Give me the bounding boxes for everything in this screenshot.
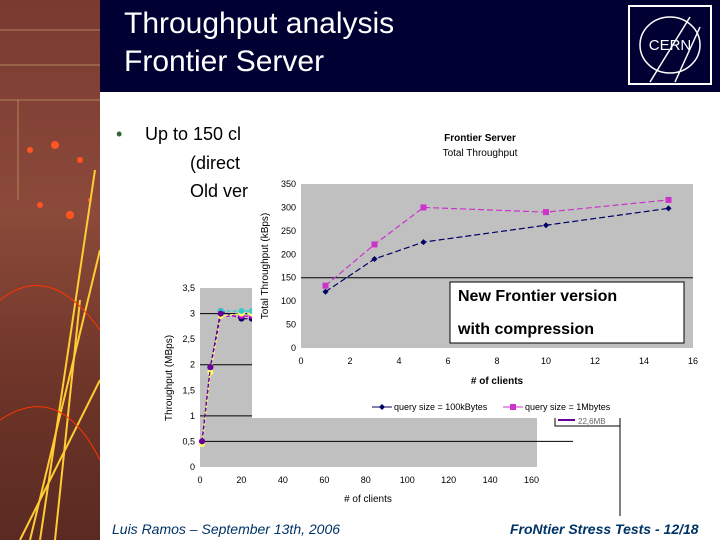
annotation-line2: with compression	[457, 321, 594, 338]
x-tick-label: 10	[541, 356, 551, 366]
x-tick-label: 14	[639, 356, 649, 366]
data-point	[543, 209, 549, 216]
x-tick-label: 6	[445, 356, 450, 366]
y-tick-label: 100	[281, 296, 296, 306]
x-tick-label: 2	[347, 356, 352, 366]
new-version-chart: Frontier Server Total Throughput 0501001…	[252, 120, 708, 418]
y-tick-label: 250	[281, 226, 296, 236]
x-tick-label: 0	[298, 356, 303, 366]
y-tick-label: 350	[281, 179, 296, 189]
x-tick-label: 4	[396, 356, 401, 366]
y-tick-label: 200	[281, 249, 296, 259]
new-chart-subtitle: Total Throughput	[443, 148, 518, 159]
footer-title-page: FroNtier Stress Tests - 12/18	[510, 521, 699, 537]
y-tick-label: 300	[281, 202, 296, 212]
legend-entry-1m: query size = 1Mbytes	[525, 402, 611, 412]
legend-entry-100k: query size = 100kBytes	[394, 402, 488, 412]
legend-marker-1m	[510, 404, 516, 410]
y-tick-label: 50	[286, 320, 296, 330]
new-y-axis-label: Total Throughput (kBps)	[260, 213, 271, 320]
footer-author-date: Luis Ramos – September 13th, 2006	[112, 521, 341, 537]
x-tick-label: 12	[590, 356, 600, 366]
x-tick-label: 8	[494, 356, 499, 366]
annotation-line1: New Frontier version	[458, 288, 617, 305]
data-point	[371, 241, 378, 248]
data-point	[665, 196, 672, 203]
y-tick-label: 150	[281, 273, 296, 283]
new-chart-title: Frontier Server	[444, 133, 516, 144]
new-x-axis-label: # of clients	[471, 376, 524, 387]
y-tick-label: 0	[291, 343, 296, 353]
data-point	[420, 204, 427, 211]
x-tick-label: 16	[688, 356, 698, 366]
data-point	[322, 282, 329, 289]
